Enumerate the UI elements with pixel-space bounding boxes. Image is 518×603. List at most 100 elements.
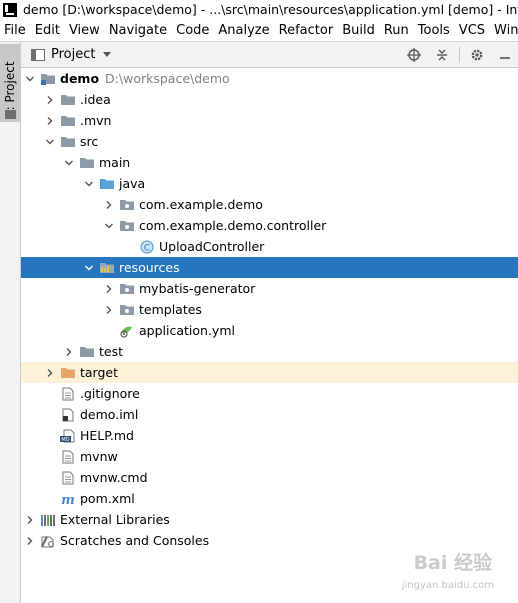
tree-node-label: UploadController [159,239,265,254]
java-class-icon: C [139,239,155,255]
expand-arrow-right-icon[interactable] [25,515,35,525]
gear-icon [471,49,483,61]
tree-node-help-md[interactable]: MD HELP.md [21,425,518,446]
tree-node-pom-xml[interactable]: m pom.xml [21,488,518,509]
tree-node-path: D:\workspace\demo [105,71,230,86]
text-file-icon [60,449,76,465]
tree-node-target[interactable]: target [21,362,518,383]
tree-node-mvnw[interactable]: mvnw [21,446,518,467]
tree-node-test[interactable]: test [21,341,518,362]
project-tree: demo D:\workspace\demo .idea .mvn src ma… [21,68,518,603]
menu-file[interactable]: File [0,23,31,38]
markdown-file-icon: MD [60,428,76,444]
menu-code[interactable]: Code [172,23,214,38]
menu-view[interactable]: View [65,23,105,38]
expand-arrow-right-icon[interactable] [45,368,55,378]
tree-node-label: External Libraries [60,512,170,527]
tree-node-package-demo[interactable]: com.example.demo [21,194,518,215]
tree-node-upload-controller[interactable]: C UploadController [21,236,518,257]
baidu-watermark: Bai 经验 [413,552,492,574]
tree-node-label: mybatis-generator [139,281,256,296]
project-tool-tab[interactable]: 1: Project [0,44,20,122]
menu-refactor[interactable]: Refactor [275,23,339,38]
expand-arrow-down-icon[interactable] [84,263,94,273]
project-view-icon [31,48,45,61]
menu-window[interactable]: Windo [490,23,518,38]
project-view-selector[interactable]: Project [51,47,95,62]
expand-arrow-right-icon[interactable] [104,284,114,294]
menu-bar: File Edit View Navigate Code Analyze Ref… [0,19,518,42]
text-file-icon [60,470,76,486]
menu-analyze[interactable]: Analyze [214,23,274,38]
package-icon [119,218,135,234]
tree-node-resources[interactable]: resources [21,257,518,278]
tree-node-label: application.yml [139,323,235,338]
tree-node-label: Scratches and Consoles [60,533,210,548]
package-icon [119,281,135,297]
project-panel-icon [5,110,16,119]
crosshair-icon [407,48,421,62]
expand-arrow-down-icon[interactable] [84,179,94,189]
tree-node-src[interactable]: src [21,131,518,152]
hide-panel-button[interactable] [494,44,516,66]
tree-node-label: src [80,134,99,149]
project-panel-header: Project [21,42,518,68]
tree-node-mybatis-generator[interactable]: mybatis-generator [21,278,518,299]
tree-node-mvn[interactable]: .mvn [21,110,518,131]
maven-file-icon: m [60,491,76,507]
menu-edit[interactable]: Edit [31,23,65,38]
folder-icon [60,113,76,129]
tree-node-application-yml[interactable]: application.yml [21,320,518,341]
locate-file-button[interactable] [403,44,425,66]
tree-node-label: .mvn [80,113,112,128]
left-tool-strip: 1: Project [0,42,21,603]
tree-node-demo[interactable]: demo D:\workspace\demo [21,68,518,89]
expand-arrow-down-icon[interactable] [64,158,74,168]
tree-node-mvnw-cmd[interactable]: mvnw.cmd [21,467,518,488]
expand-arrow-down-icon[interactable] [45,137,55,147]
menu-run[interactable]: Run [380,23,414,38]
chevron-down-icon[interactable] [103,52,112,57]
tree-node-label: java [119,176,146,191]
intellij-logo-icon [3,2,17,17]
expand-arrow-right-icon[interactable] [64,347,74,357]
folder-icon [79,155,95,171]
collapse-all-button[interactable] [431,44,453,66]
excluded-folder-icon [60,365,76,381]
tree-node-gitignore[interactable]: .gitignore [21,383,518,404]
svg-text:m: m [61,493,75,506]
tree-node-label: templates [139,302,202,317]
tree-node-templates[interactable]: templates [21,299,518,320]
tree-node-label: demo [60,71,100,86]
tree-node-external-libraries[interactable]: External Libraries [21,509,518,530]
expand-arrow-right-icon[interactable] [45,95,55,105]
expand-arrow-right-icon[interactable] [25,536,35,546]
expand-arrow-right-icon[interactable] [45,116,55,126]
expand-arrow-down-icon[interactable] [25,74,35,84]
split-view-icon [437,49,447,61]
tree-node-demo-iml[interactable]: demo.iml [21,404,518,425]
iml-file-icon [60,407,76,423]
tree-node-java[interactable]: java [21,173,518,194]
expand-arrow-right-icon[interactable] [104,305,114,315]
expand-arrow-down-icon[interactable] [104,221,114,231]
tree-node-package-controller[interactable]: com.example.demo.controller [21,215,518,236]
yaml-file-icon [119,323,135,339]
scratches-icon [40,533,56,549]
tree-node-label: com.example.demo.controller [139,218,327,233]
menu-navigate[interactable]: Navigate [105,23,172,38]
tree-node-label: com.example.demo [139,197,263,212]
tree-node-label: main [99,155,131,170]
tree-node-idea[interactable]: .idea [21,89,518,110]
tree-node-label: mvnw.cmd [80,470,148,485]
tree-node-label: demo.iml [80,407,139,422]
menu-build[interactable]: Build [338,23,380,38]
svg-text:MD: MD [61,437,69,443]
settings-button[interactable] [466,44,488,66]
tree-node-main[interactable]: main [21,152,518,173]
folder-icon [60,92,76,108]
menu-vcs[interactable]: VCS [455,23,490,38]
expand-arrow-right-icon[interactable] [104,200,114,210]
menu-tools[interactable]: Tools [414,23,455,38]
tree-node-label: .idea [80,92,111,107]
